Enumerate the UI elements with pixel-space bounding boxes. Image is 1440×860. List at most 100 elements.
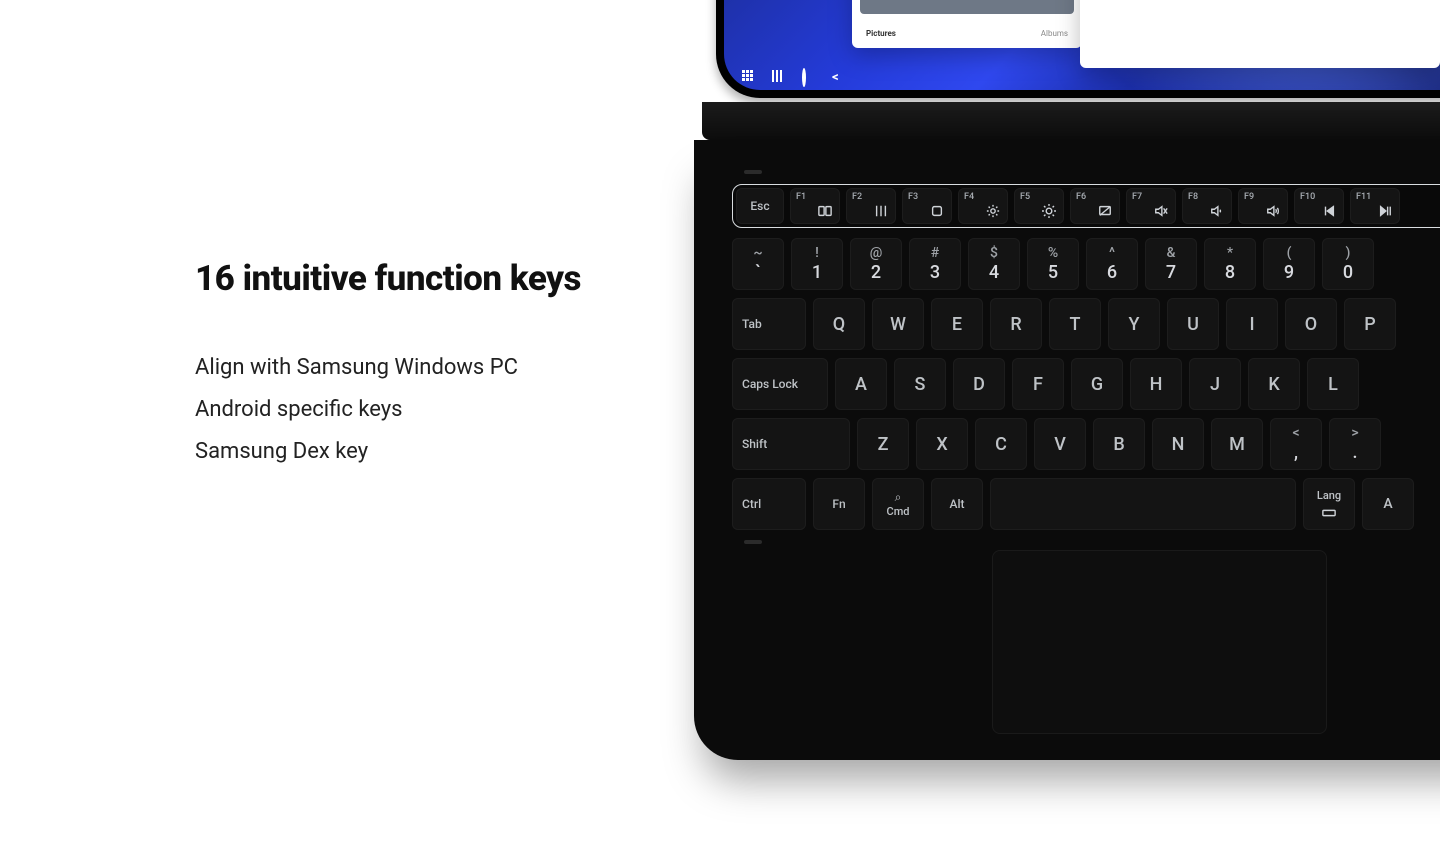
key-o: O [1285, 298, 1337, 350]
key-6: ^6 [1086, 238, 1138, 290]
key-shift: Shift [732, 418, 850, 470]
key-3: #3 [909, 238, 961, 290]
key-z: Z [857, 418, 909, 470]
function-key-row-highlight: Esc F1 F2 F3 F4 F5 F6 F7 F8 F9 F10 F11 [732, 184, 1440, 228]
key-comma: <, [1270, 418, 1322, 470]
dashboard-window: Daily Tracking by region Confirmed [1080, 0, 1440, 68]
marketing-text: 16 intuitive function keys Align with Sa… [195, 258, 635, 473]
key-f7: F7 [1126, 188, 1176, 224]
key-period: >. [1329, 418, 1381, 470]
key-lang: Lang [1303, 478, 1355, 530]
volume-up-icon [1266, 204, 1280, 218]
row-a: Caps Lock A S D F G H J K L [732, 358, 1440, 410]
key-4: $4 [968, 238, 1020, 290]
back-icon: < [832, 70, 846, 84]
key-w: W [872, 298, 924, 350]
key-9: (9 [1263, 238, 1315, 290]
home-icon [930, 204, 944, 218]
home-icon [802, 70, 816, 84]
wallpaper: Pictures Albums Daily Tracking by region… [724, 0, 1440, 90]
key-f: F [1012, 358, 1064, 410]
keyboard-deck: Esc F1 F2 F3 F4 F5 F6 F7 F8 F9 F10 F11 ~… [694, 140, 1440, 760]
key-f3: F3 [902, 188, 952, 224]
key-0: )0 [1322, 238, 1374, 290]
number-row: ~` !1 @2 #3 $4 %5 ^6 &7 *8 (9 )0 [732, 238, 1440, 290]
gallery-window: Pictures Albums [852, 0, 1082, 48]
gallery-photo [860, 0, 1074, 14]
key-a-right: A [1362, 478, 1414, 530]
key-p: P [1344, 298, 1396, 350]
key-c: C [975, 418, 1027, 470]
keyboard-backlight-icon [1322, 506, 1336, 520]
row-bottom: Ctrl Fn ⌕ Cmd Alt Lang A [732, 478, 1440, 530]
key-5: %5 [1027, 238, 1079, 290]
key-grave: ~` [732, 238, 784, 290]
key-f9: F9 [1238, 188, 1288, 224]
key-m: M [1211, 418, 1263, 470]
brightness-up-icon [1042, 204, 1056, 218]
key-2: @2 [850, 238, 902, 290]
prev-track-icon [1322, 204, 1336, 218]
key-y: Y [1108, 298, 1160, 350]
key-s: S [894, 358, 946, 410]
gallery-label-pictures: Pictures [866, 29, 896, 38]
key-f1: F1 [790, 188, 840, 224]
brightness-down-icon [986, 204, 1000, 218]
gallery-label-albums: Albums [1041, 29, 1068, 38]
key-f4: F4 [958, 188, 1008, 224]
key-f10: F10 [1294, 188, 1344, 224]
key-q: Q [813, 298, 865, 350]
key-d: D [953, 358, 1005, 410]
key-1: !1 [791, 238, 843, 290]
key-t: T [1049, 298, 1101, 350]
key-capslock: Caps Lock [732, 358, 828, 410]
volume-down-icon [1210, 204, 1224, 218]
headline: 16 intuitive function keys [195, 258, 635, 299]
key-i: I [1226, 298, 1278, 350]
key-space [990, 478, 1296, 530]
key-e: E [931, 298, 983, 350]
key-fn: Fn [813, 478, 865, 530]
sensor-notch-top [744, 170, 762, 174]
row-q: Tab Q W E R T Y U I O P [732, 298, 1440, 350]
key-l: L [1307, 358, 1359, 410]
feature-bullets: Align with Samsung Windows PC Android sp… [195, 347, 635, 473]
bullet-3: Samsung Dex key [195, 431, 635, 473]
key-x: X [916, 418, 968, 470]
touchpad-off-icon [1098, 204, 1112, 218]
hinge [702, 102, 1440, 140]
trackpad [992, 550, 1327, 734]
key-b: B [1093, 418, 1145, 470]
key-f2: F2 [846, 188, 896, 224]
key-j: J [1189, 358, 1241, 410]
key-g: G [1071, 358, 1123, 410]
key-f11: F11 [1350, 188, 1400, 224]
key-v: V [1034, 418, 1086, 470]
bullet-2: Android specific keys [195, 389, 635, 431]
key-7: &7 [1145, 238, 1197, 290]
dex-taskbar: < ✱ ▮ [724, 64, 1440, 90]
key-f5: F5 [1014, 188, 1064, 224]
bullet-1: Align with Samsung Windows PC [195, 347, 635, 389]
sensor-notch-bottom [744, 540, 762, 544]
row-z: Shift Z X C V B N M <, >. [732, 418, 1440, 470]
key-ctrl: Ctrl [732, 478, 806, 530]
key-r: R [990, 298, 1042, 350]
key-u: U [1167, 298, 1219, 350]
device-render: Pictures Albums Daily Tracking by region… [694, 0, 1440, 780]
apps-grid-icon [742, 70, 756, 84]
key-tab: Tab [732, 298, 806, 350]
key-n: N [1152, 418, 1204, 470]
key-esc: Esc [736, 188, 784, 224]
recent-icon [772, 70, 786, 84]
mute-icon [1154, 204, 1168, 218]
key-f8: F8 [1182, 188, 1232, 224]
key-alt: Alt [931, 478, 983, 530]
key-8: *8 [1204, 238, 1256, 290]
dex-icon [818, 204, 832, 218]
key-a: A [835, 358, 887, 410]
key-cmd: ⌕ Cmd [872, 478, 924, 530]
play-pause-icon [1378, 204, 1392, 218]
tablet-screen: Pictures Albums Daily Tracking by region… [716, 0, 1440, 98]
keyboard-keys: Esc F1 F2 F3 F4 F5 F6 F7 F8 F9 F10 F11 ~… [732, 184, 1440, 538]
